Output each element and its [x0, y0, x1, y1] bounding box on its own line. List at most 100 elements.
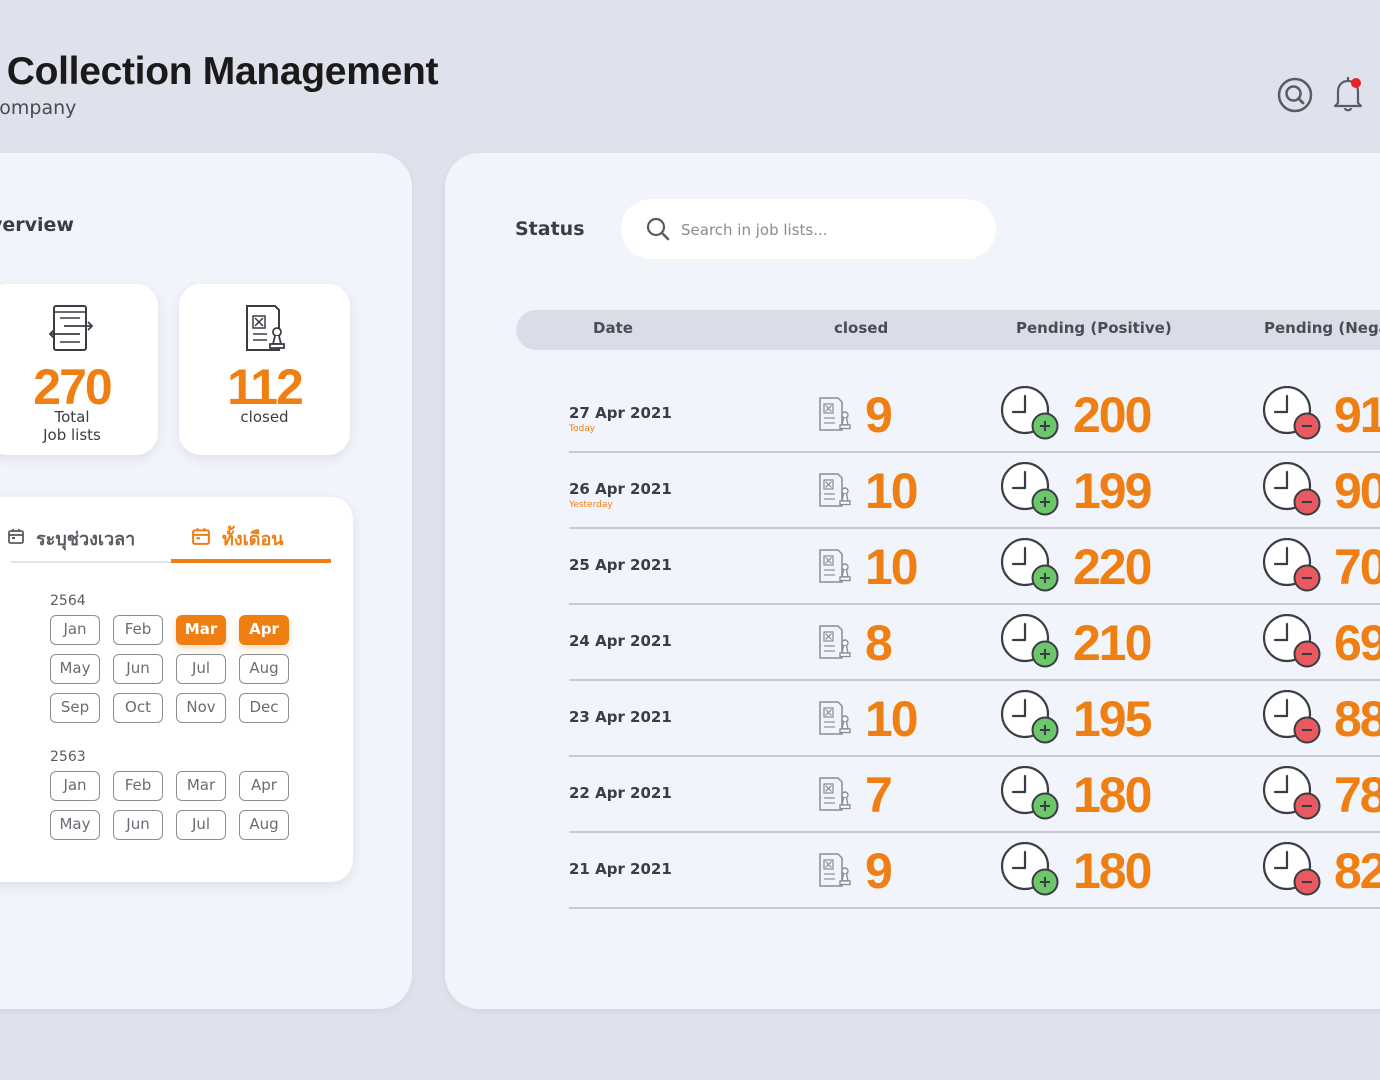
document-transfer-icon — [46, 302, 98, 360]
tab-whole-month-label: ทั้งเดือน — [222, 528, 284, 550]
pending-positive-count: 180 — [1073, 767, 1152, 823]
column-header-pending-negative[interactable]: Pending (Negat — [1264, 319, 1380, 337]
month-button-jan-2563[interactable]: Jan — [50, 771, 100, 801]
clock-minus-icon — [1262, 461, 1323, 522]
row-date: 26 Apr 2021 — [569, 480, 672, 498]
row-divider — [569, 527, 1380, 529]
row-date: 24 Apr 2021 — [569, 632, 672, 650]
row-date: 25 Apr 2021 — [569, 556, 672, 574]
month-button-jul-2564[interactable]: Jul — [176, 654, 226, 684]
document-stamp-icon — [239, 302, 291, 360]
total-jobs-card[interactable]: 270 Total Job lists — [0, 284, 158, 455]
total-jobs-label: Total Job lists — [43, 408, 101, 444]
column-header-date[interactable]: Date — [593, 319, 633, 337]
pending-positive-count: 180 — [1073, 843, 1152, 899]
month-button-apr-2564[interactable]: Apr — [239, 615, 289, 645]
search-input[interactable] — [679, 214, 983, 246]
pending-negative-count: 82 — [1334, 843, 1380, 899]
year-label: 2563 — [50, 749, 86, 765]
document-stamp-icon — [818, 471, 852, 513]
year-label: 2564 — [50, 593, 86, 609]
row-divider — [569, 907, 1380, 909]
closed-count: 9 — [865, 387, 893, 443]
closed-jobs-label: closed — [240, 408, 289, 426]
row-divider — [569, 679, 1380, 681]
clock-minus-icon — [1262, 613, 1323, 674]
company-name: Company — [0, 97, 77, 119]
pending-negative-count: 69 — [1334, 615, 1380, 671]
month-button-sep-2564[interactable]: Sep — [50, 693, 100, 723]
clock-plus-icon — [1000, 461, 1061, 522]
month-button-feb-2564[interactable]: Feb — [113, 615, 163, 645]
total-jobs-value: 270 — [33, 359, 112, 415]
clock-minus-icon — [1262, 765, 1323, 826]
pending-positive-count: 220 — [1073, 539, 1152, 595]
closed-count: 8 — [865, 615, 893, 671]
row-divider — [569, 831, 1380, 833]
closed-count: 9 — [865, 843, 893, 899]
tab-whole-month[interactable]: ทั้งเดือน — [192, 516, 284, 560]
row-date: 27 Apr 2021 — [569, 404, 672, 422]
overview-title: verview — [0, 214, 74, 236]
status-title: Status — [515, 218, 585, 240]
month-button-oct-2564[interactable]: Oct — [113, 693, 163, 723]
pending-negative-count: 78 — [1334, 767, 1380, 823]
column-header-pending-positive[interactable]: Pending (Positive) — [1016, 319, 1172, 337]
tab-date-range[interactable]: ระบุช่วงเวลา — [8, 516, 135, 560]
document-stamp-icon — [818, 623, 852, 665]
month-button-mar-2563[interactable]: Mar — [176, 771, 226, 801]
month-button-jan-2564[interactable]: Jan — [50, 615, 100, 645]
clock-minus-icon — [1262, 841, 1323, 902]
row-divider — [569, 603, 1380, 605]
row-date: 23 Apr 2021 — [569, 708, 672, 726]
clock-plus-icon — [1000, 537, 1061, 598]
row-date-hint: Yesterday — [569, 500, 613, 510]
tab-underline — [11, 561, 171, 563]
month-button-aug-2563[interactable]: Aug — [239, 810, 289, 840]
month-button-jul-2563[interactable]: Jul — [176, 810, 226, 840]
pending-negative-count: 88 — [1334, 691, 1380, 747]
calendar-icon — [192, 527, 210, 550]
search-icon — [646, 217, 670, 245]
document-stamp-icon — [818, 851, 852, 893]
clock-plus-icon — [1000, 613, 1061, 674]
row-date-hint: Today — [569, 424, 596, 434]
tab-date-range-label: ระบุช่วงเวลา — [36, 528, 136, 550]
pending-positive-count: 199 — [1073, 463, 1152, 519]
closed-jobs-card[interactable]: 112 closed — [179, 284, 350, 455]
month-button-jun-2564[interactable]: Jun — [113, 654, 163, 684]
search-icon[interactable] — [1276, 76, 1314, 114]
month-button-may-2564[interactable]: May — [50, 654, 100, 684]
clock-plus-icon — [1000, 841, 1061, 902]
app-title: bt Collection Management — [0, 50, 439, 93]
column-header-closed[interactable]: closed — [834, 319, 888, 337]
clock-minus-icon — [1262, 689, 1323, 750]
pending-negative-count: 90 — [1334, 463, 1380, 519]
month-button-may-2563[interactable]: May — [50, 810, 100, 840]
closed-count: 10 — [865, 463, 919, 519]
month-button-apr-2563[interactable]: Apr — [239, 771, 289, 801]
month-button-jun-2563[interactable]: Jun — [113, 810, 163, 840]
month-button-nov-2564[interactable]: Nov — [176, 693, 226, 723]
month-button-feb-2563[interactable]: Feb — [113, 771, 163, 801]
pending-positive-count: 200 — [1073, 387, 1152, 443]
month-button-mar-2564[interactable]: Mar — [176, 615, 226, 645]
bell-icon[interactable] — [1332, 75, 1366, 113]
tab-active-underline — [171, 559, 331, 563]
document-stamp-icon — [818, 775, 852, 817]
calendar-icon — [8, 528, 24, 549]
row-divider — [569, 755, 1380, 757]
document-stamp-icon — [818, 547, 852, 589]
month-button-aug-2564[interactable]: Aug — [239, 654, 289, 684]
table-header — [516, 310, 1380, 350]
closed-count: 10 — [865, 539, 919, 595]
job-search-box[interactable] — [621, 199, 996, 259]
document-stamp-icon — [818, 699, 852, 741]
clock-minus-icon — [1262, 537, 1323, 598]
clock-plus-icon — [1000, 689, 1061, 750]
clock-plus-icon — [1000, 385, 1061, 446]
month-button-dec-2564[interactable]: Dec — [239, 693, 289, 723]
clock-minus-icon — [1262, 385, 1323, 446]
document-stamp-icon — [818, 395, 852, 437]
pending-positive-count: 210 — [1073, 615, 1152, 671]
